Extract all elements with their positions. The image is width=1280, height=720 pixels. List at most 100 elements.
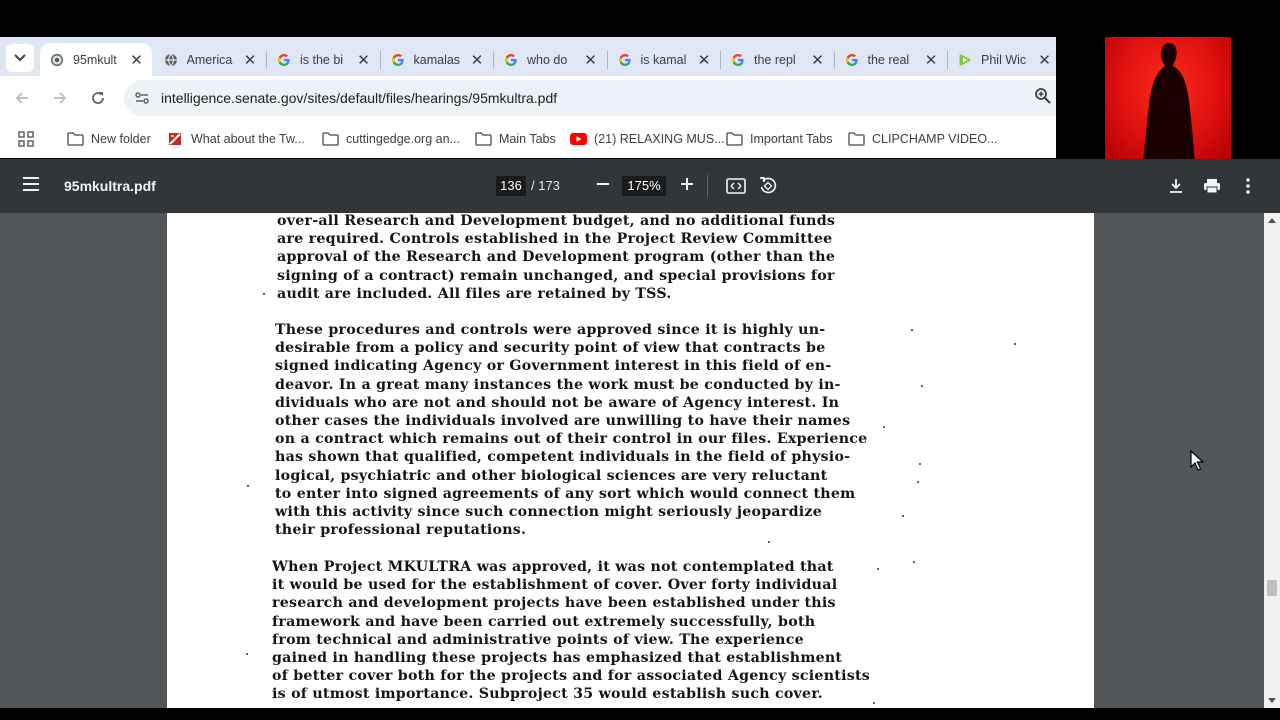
pdf-toolbar: 95mkultra.pdf 136 / 173 175% (0, 159, 1280, 213)
arrow-left-icon (15, 92, 28, 104)
close-icon[interactable]: ✕ (809, 51, 827, 69)
text-line: These procedures and controls were appro… (275, 322, 826, 338)
download-button[interactable] (1164, 174, 1188, 198)
fit-page-icon (726, 178, 746, 194)
folder-icon (321, 132, 339, 146)
text-line: of better cover both for the projects an… (272, 668, 870, 685)
close-icon[interactable]: ✕ (695, 51, 713, 69)
pdf-filename: 95mkultra.pdf (64, 178, 156, 194)
zoom-level-input[interactable]: 175% (622, 176, 666, 196)
arrow-right-icon (54, 92, 67, 104)
silhouette-figure-image (1143, 43, 1195, 160)
text-line: their professional reputations. (275, 522, 527, 539)
minus-icon (597, 183, 609, 185)
bookmark-item[interactable]: Main Tabs (474, 129, 556, 149)
text-line: are required. Controls established in th… (277, 231, 833, 248)
tab-4[interactable]: kamalas ✕ (381, 43, 493, 76)
back-button[interactable] (10, 86, 34, 110)
text-line: When Project MKULTRA was approved, it wa… (272, 559, 834, 575)
print-button[interactable] (1200, 174, 1224, 198)
paragraph-1: over-all Research and Development budget… (277, 213, 835, 304)
tab-9[interactable]: Phil Wic ✕ (948, 43, 1060, 76)
close-icon[interactable]: ✕ (582, 51, 600, 69)
text-line: signing of a contract) remain unchanged,… (277, 267, 835, 284)
bookmark-item[interactable]: CLIPCHAMP VIDEO... (847, 129, 998, 149)
close-icon[interactable]: ✕ (241, 51, 259, 69)
tab-3[interactable]: is the bi ✕ (267, 43, 379, 76)
pdf-page: over-all Research and Development budget… (167, 213, 1094, 708)
tab-separator (493, 51, 494, 69)
scan-speck (873, 702, 875, 704)
forward-button[interactable] (48, 86, 72, 110)
google-icon (276, 52, 292, 68)
tab-title: is the bi (300, 52, 344, 67)
close-icon[interactable]: ✕ (355, 51, 373, 69)
apps-button[interactable] (18, 129, 34, 149)
google-icon (503, 52, 519, 68)
page-number-input[interactable]: 136 (496, 176, 526, 196)
reload-button[interactable] (86, 86, 110, 110)
close-icon[interactable]: ✕ (128, 51, 146, 69)
zoom-out-button[interactable] (590, 173, 616, 199)
bookmark-label: Important Tabs (750, 132, 833, 146)
text-line: to enter into signed agreements of any s… (275, 485, 856, 502)
paragraph-3: When Project MKULTRA was approved, it wa… (272, 559, 870, 705)
url-text[interactable]: intelligence.senate.gov/sites/default/fi… (161, 90, 557, 106)
tab-separator (833, 51, 835, 69)
tab-7[interactable]: the repl ✕ (721, 43, 833, 76)
bookmark-label: (21) RELAXING MUS... (594, 132, 725, 146)
scan-speck (883, 426, 885, 428)
text-line: over-all Research and Development budget… (277, 213, 836, 229)
youtube-icon (569, 132, 587, 146)
zoom-in-button[interactable] (674, 173, 700, 199)
bookmarks-bar: New folder What about the Tw... cuttingedg… (0, 120, 1056, 158)
scrollbar-thumb[interactable] (1267, 580, 1277, 596)
tab-title: is kamal (640, 52, 687, 67)
bookmark-label: New folder (91, 132, 151, 146)
bookmark-item[interactable]: Important Tabs (725, 129, 832, 149)
page-total: / 173 (531, 178, 560, 193)
tab-5[interactable]: who do ✕ (494, 43, 606, 76)
site-info-icon[interactable] (134, 90, 150, 106)
more-actions-button[interactable] (1236, 174, 1260, 198)
vertical-scrollbar[interactable] (1264, 213, 1280, 708)
close-icon[interactable]: ✕ (1036, 51, 1054, 69)
scan-speck (768, 541, 770, 543)
bookmark-item[interactable]: cuttingedge.org an... (321, 129, 460, 149)
scroll-down-arrow-icon[interactable] (1268, 698, 1276, 703)
fit-to-page-button[interactable] (724, 174, 748, 198)
tab-6[interactable]: is kamal ✕ (608, 43, 720, 76)
text-line: dividuals who are not and should not be … (275, 394, 840, 411)
tab-2[interactable]: America ✕ (154, 43, 266, 76)
zoom-icon[interactable] (1034, 87, 1056, 109)
rotate-button[interactable] (756, 174, 780, 198)
rotate-icon (760, 177, 777, 194)
pdf-viewer[interactable]: over-all Research and Development budget… (0, 213, 1280, 708)
tab-separator (379, 51, 381, 69)
text-line: signed indicating Agency or Government i… (275, 358, 832, 375)
paragraph-2: These procedures and controls were appro… (275, 322, 867, 540)
bookmark-label: What about the Tw... (191, 132, 305, 146)
menu-icon[interactable] (22, 176, 42, 196)
google-icon (730, 52, 746, 68)
folder-icon (66, 132, 84, 146)
bookmark-item[interactable]: New folder (66, 129, 151, 149)
bookmark-item[interactable]: What about the Tw... (166, 129, 305, 149)
toolbar-divider (707, 175, 708, 197)
text-line: research and development projects have b… (272, 595, 836, 612)
reload-icon (92, 92, 104, 104)
more-vert-icon (1246, 178, 1250, 194)
text-line: is of utmost importance. Subproject 35 w… (272, 686, 823, 703)
text-line: deavor. In a great many instances the wo… (275, 376, 841, 393)
address-bar[interactable]: intelligence.senate.gov/sites/default/fi… (124, 80, 1056, 116)
folder-icon (847, 132, 865, 146)
tab-8[interactable]: the real ✕ (835, 43, 947, 76)
plus-icon (681, 178, 693, 190)
scan-speck (917, 481, 919, 483)
close-icon[interactable]: ✕ (922, 51, 940, 69)
close-icon[interactable]: ✕ (468, 51, 486, 69)
scroll-up-arrow-icon[interactable] (1268, 218, 1276, 223)
tab-1[interactable]: 95mkult ✕ (40, 43, 152, 76)
tab-search-button[interactable] (6, 44, 34, 72)
bookmark-item[interactable]: (21) RELAXING MUS... (569, 129, 725, 149)
